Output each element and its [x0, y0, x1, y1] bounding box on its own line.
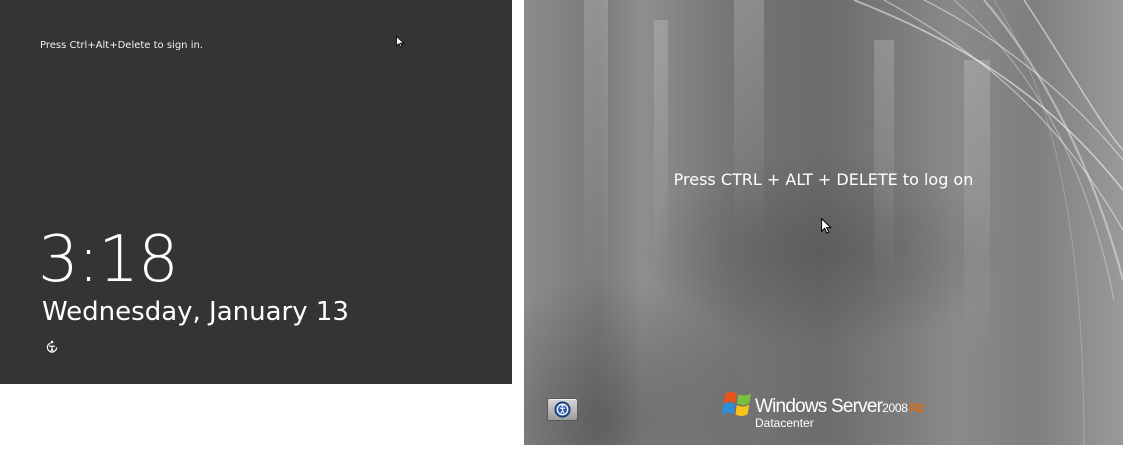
windows-server-brand: Windows Server2008 R2 Datacenter	[722, 388, 942, 432]
brand-edition: Datacenter	[755, 416, 814, 430]
brand-name: Windows Server2008 R2	[755, 396, 925, 418]
ease-of-access-icon[interactable]	[45, 340, 59, 354]
clock-date: Wednesday, January 13	[42, 297, 349, 327]
logon-screen-win2008r2: Press CTRL + ALT + DELETE to log on Wind…	[524, 0, 1123, 445]
brand-product: Windows Server	[755, 396, 883, 417]
mouse-cursor-icon	[396, 36, 405, 48]
ease-of-access-icon	[554, 401, 571, 418]
brand-version: 2008	[882, 401, 908, 415]
clock-time: 3:18	[38, 223, 179, 297]
mouse-cursor-icon	[821, 218, 832, 234]
sign-in-hint: Press Ctrl+Alt+Delete to sign in.	[40, 40, 203, 51]
logon-prompt: Press CTRL + ALT + DELETE to log on	[673, 170, 974, 189]
windows-flag-icon	[722, 392, 751, 416]
lock-screen-win2012: Press Ctrl+Alt+Delete to sign in. 3:18 W…	[0, 0, 512, 384]
brand-release: R2	[909, 401, 925, 415]
ease-of-access-button[interactable]	[547, 398, 578, 421]
